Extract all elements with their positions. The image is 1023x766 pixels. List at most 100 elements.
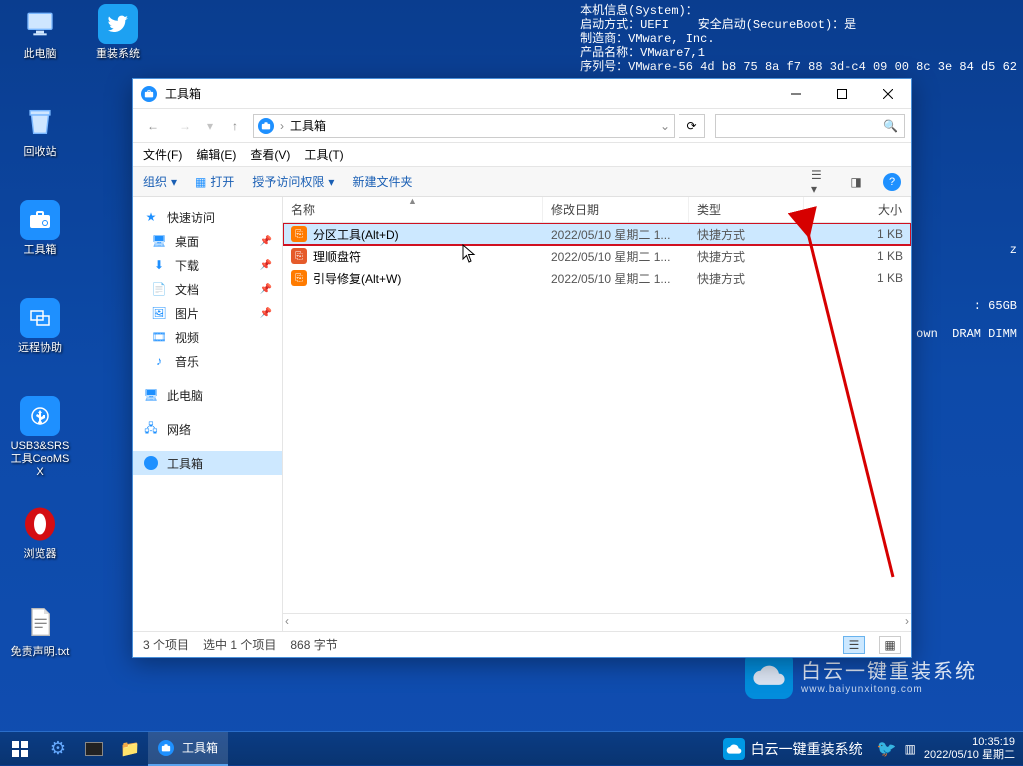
desktop-icon-label: 重装系统 bbox=[86, 48, 150, 61]
tray-clock[interactable]: 10:35:19 2022/05/10 星期二 bbox=[924, 736, 1015, 762]
minimize-button[interactable] bbox=[773, 79, 819, 109]
file-row[interactable]: ⎘引导修复(Alt+W)2022/05/10 星期二 1...快捷方式1 KB bbox=[283, 267, 911, 289]
back-button[interactable]: ← bbox=[139, 113, 167, 139]
thumbnails-view-icon[interactable]: ▦ bbox=[879, 636, 901, 654]
col-date[interactable]: 修改日期 bbox=[543, 197, 689, 222]
watermark-url: www.baiyunxitong.com bbox=[801, 684, 977, 695]
toolbox-crumb-icon bbox=[258, 118, 274, 134]
cloud-logo-icon bbox=[745, 651, 793, 699]
recent-dropdown[interactable]: ▾ bbox=[203, 113, 217, 139]
statusbar: 3 个项目 选中 1 个项目 868 字节 ☰ ▦ bbox=[133, 631, 911, 657]
tray-app-icon[interactable]: ▥ bbox=[905, 742, 916, 756]
col-name[interactable]: ▲名称 bbox=[283, 197, 543, 222]
pc-icon: 🖥 bbox=[143, 387, 159, 403]
pin-icon: 📌 bbox=[260, 284, 272, 295]
usb-icon bbox=[20, 396, 60, 436]
refresh-button[interactable]: ⟳ bbox=[679, 114, 705, 138]
explorer-window: 工具箱 ← → ▾ ↑ › 工具箱 ⌄ ⟳ 🔍 文件(F) 编辑(E) 查看(V… bbox=[132, 78, 912, 658]
desktop-icon-bin[interactable]: 回收站 bbox=[8, 102, 72, 159]
music-icon: ♪ bbox=[151, 353, 167, 369]
nav-item-pic[interactable]: 🖼图片📌 bbox=[133, 301, 282, 325]
desktop-icon-usb[interactable]: USB3&SRS工具CeoMSX bbox=[8, 396, 72, 479]
new-folder-button[interactable]: 新建文件夹 bbox=[352, 173, 412, 190]
nav-item-download[interactable]: ⬇下载📌 bbox=[133, 253, 282, 277]
toolbox-appicon bbox=[141, 86, 157, 102]
nav-this-pc[interactable]: 🖥 此电脑 bbox=[133, 383, 282, 407]
close-button[interactable] bbox=[865, 79, 911, 109]
up-button[interactable]: ↑ bbox=[221, 113, 249, 139]
organize-button[interactable]: 组织 ▾ bbox=[143, 173, 177, 190]
file-row[interactable]: ⎘理顺盘符2022/05/10 星期二 1...快捷方式1 KB bbox=[283, 245, 911, 267]
start-button[interactable] bbox=[0, 732, 40, 766]
nav-pane: ★ 快速访问 🖥 桌面 📌 ⬇下载📌📄文档📌🖼图片📌🎞视频♪音乐 🖥 此电脑 🖧 网络… bbox=[133, 197, 283, 631]
tray-watermark: 白云一键重装系统 bbox=[723, 738, 863, 760]
share-access-button[interactable]: 授予访问权限 ▾ bbox=[252, 173, 334, 190]
menubar: 文件(F) 编辑(E) 查看(V) 工具(T) bbox=[133, 143, 911, 167]
chevron-down-icon: ▾ bbox=[328, 175, 334, 189]
col-type[interactable]: 类型 bbox=[689, 197, 804, 222]
tray-twitter-icon[interactable]: 🐦 bbox=[877, 739, 897, 759]
desktop-icon-label: USB3&SRS工具CeoMSX bbox=[8, 440, 72, 479]
nav-item-video[interactable]: 🎞视频 bbox=[133, 325, 282, 349]
menu-file[interactable]: 文件(F) bbox=[143, 146, 182, 163]
nav-item-music[interactable]: ♪音乐 bbox=[133, 349, 282, 373]
nav-item-label: 桌面 bbox=[175, 233, 199, 250]
horizontal-scrollbar[interactable]: ‹› bbox=[283, 613, 911, 631]
view-mode-button[interactable]: ☰ ▾ bbox=[811, 173, 829, 191]
toolbar: 组织 ▾ ▦ 打开 授予访问权限 ▾ 新建文件夹 ☰ ▾ ◨ ? bbox=[133, 167, 911, 197]
desktop-icon-label: 工具箱 bbox=[8, 244, 72, 257]
file-name: 引导修复(Alt+W) bbox=[313, 270, 401, 287]
open-button[interactable]: ▦ 打开 bbox=[195, 173, 234, 190]
pc-icon bbox=[20, 4, 60, 44]
taskbar-explorer-icon[interactable]: 📁 bbox=[112, 732, 148, 766]
file-name: 分区工具(Alt+D) bbox=[313, 226, 399, 243]
twitter-icon bbox=[98, 4, 138, 44]
nav-quick-access[interactable]: ★ 快速访问 bbox=[133, 205, 282, 229]
status-selected: 选中 1 个项目 bbox=[203, 636, 276, 653]
desktop-icon-toolbox[interactable]: 工具箱 bbox=[8, 200, 72, 257]
nav-toolbox[interactable]: 工具箱 bbox=[133, 451, 282, 475]
chevron-right-icon: › bbox=[280, 119, 284, 133]
toolbox-task-icon bbox=[158, 740, 174, 756]
preview-pane-button[interactable]: ◨ bbox=[847, 173, 865, 191]
desktop-icon-label: 免责声明.txt bbox=[8, 646, 72, 659]
toolbox-icon bbox=[20, 200, 60, 240]
taskbar-terminal-icon[interactable] bbox=[76, 732, 112, 766]
nav-item-label: 视频 bbox=[175, 329, 199, 346]
address-bar[interactable]: › 工具箱 ⌄ bbox=[253, 114, 675, 138]
forward-button[interactable]: → bbox=[171, 113, 199, 139]
desktop-icon-pc[interactable]: 此电脑 bbox=[8, 4, 72, 61]
menu-edit[interactable]: 编辑(E) bbox=[196, 146, 236, 163]
col-size[interactable]: 大小 bbox=[804, 197, 911, 222]
maximize-button[interactable] bbox=[819, 79, 865, 109]
menu-tool[interactable]: 工具(T) bbox=[304, 146, 343, 163]
remote-icon bbox=[20, 298, 60, 338]
file-date: 2022/05/10 星期二 1... bbox=[543, 226, 689, 243]
taskbar-tool1-icon[interactable]: ⚙ bbox=[40, 732, 76, 766]
chevron-down-icon: ▾ bbox=[171, 175, 177, 189]
desktop-icon-twitter[interactable]: 重装系统 bbox=[86, 4, 150, 61]
file-row[interactable]: ⎘分区工具(Alt+D)2022/05/10 星期二 1...快捷方式1 KB bbox=[283, 223, 911, 245]
desktop-icon-opera[interactable]: 浏览器 bbox=[8, 504, 72, 561]
status-bytes: 868 字节 bbox=[290, 636, 337, 653]
desktop-icon: 🖥 bbox=[151, 233, 167, 249]
desktop-icon-remote[interactable]: 远程协助 bbox=[8, 298, 72, 355]
nav-item-doc[interactable]: 📄文档📌 bbox=[133, 277, 282, 301]
nav-network[interactable]: 🖧 网络 bbox=[133, 417, 282, 441]
download-icon: ⬇ bbox=[151, 257, 167, 273]
column-headers[interactable]: ▲名称 修改日期 类型 大小 bbox=[283, 197, 911, 223]
search-input[interactable]: 🔍 bbox=[715, 114, 905, 138]
taskbar-task-toolbox[interactable]: 工具箱 bbox=[148, 732, 228, 766]
file-type: 快捷方式 bbox=[689, 248, 804, 265]
nav-item-desktop[interactable]: 🖥桌面📌 bbox=[133, 229, 282, 253]
chevron-down-icon[interactable]: ⌄ bbox=[660, 119, 670, 133]
menu-view[interactable]: 查看(V) bbox=[250, 146, 290, 163]
details-view-icon[interactable]: ☰ bbox=[843, 636, 865, 654]
taskbar: ⚙ 📁 工具箱 白云一键重装系统 🐦 ▥ 10:35:19 2022/05/10… bbox=[0, 731, 1023, 765]
help-button[interactable]: ? bbox=[883, 173, 901, 191]
system-info-overlay: 本机信息(System)： 启动方式：UEFI 安全启动(SecureBoot)… bbox=[580, 4, 1017, 74]
titlebar[interactable]: 工具箱 bbox=[133, 79, 911, 109]
desktop-icon-label: 回收站 bbox=[8, 146, 72, 159]
desktop-icon-txt[interactable]: 免责声明.txt bbox=[8, 602, 72, 659]
breadcrumb[interactable]: 工具箱 bbox=[290, 117, 326, 134]
